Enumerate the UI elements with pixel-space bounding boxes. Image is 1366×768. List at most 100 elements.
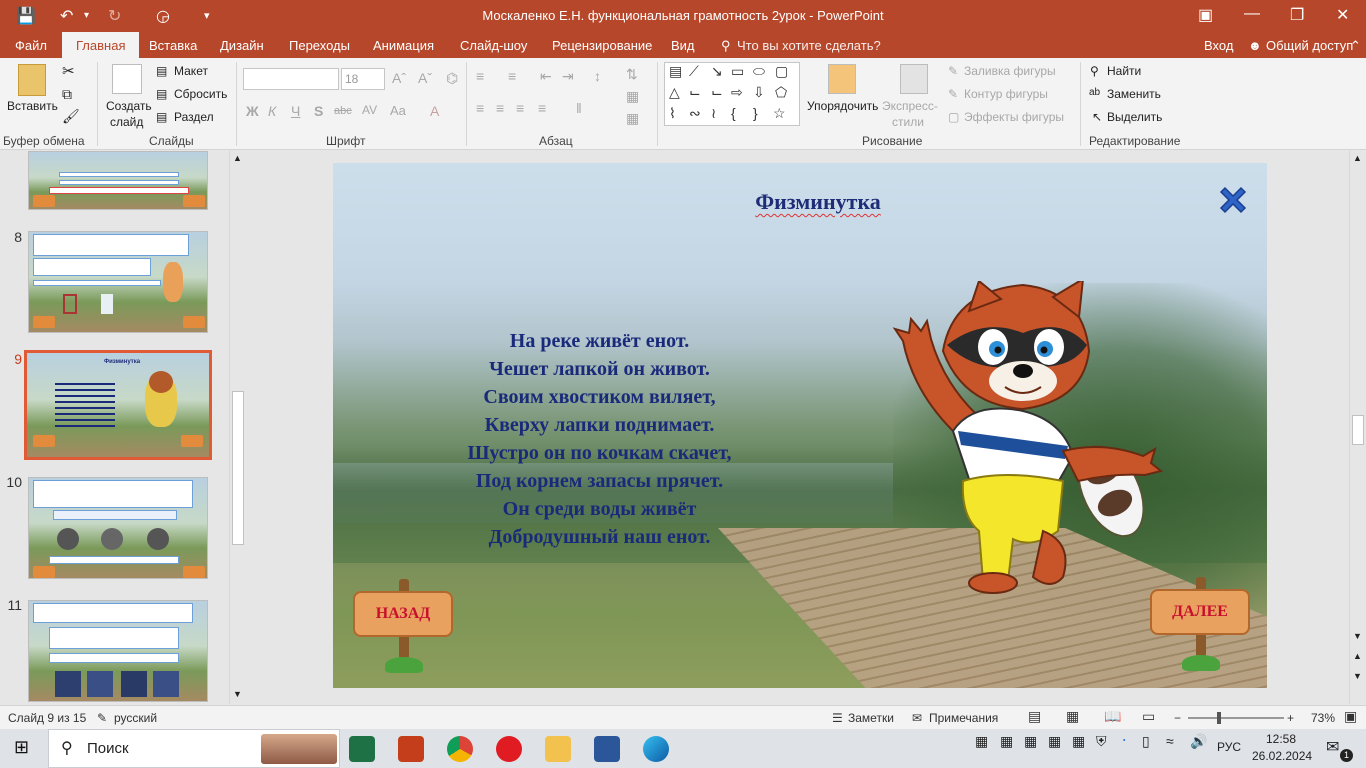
word-app-icon[interactable]	[594, 736, 620, 762]
slide-scrollbar[interactable]: ▲ ▼ ▲ ▼	[1349, 151, 1366, 704]
rounded-rect-shape-icon[interactable]: ▢	[775, 63, 788, 80]
taskbar-search-box[interactable]: ⚲ Поиск	[48, 729, 340, 768]
close-icon[interactable]: ✕	[1336, 5, 1349, 25]
tab-home[interactable]: Главная	[62, 32, 140, 58]
thumbnail-slide-7[interactable]	[28, 151, 208, 210]
tray-app-icon[interactable]: ▦	[1024, 733, 1037, 750]
tab-animation[interactable]: Анимация	[373, 38, 434, 53]
close-x-icon[interactable]	[1216, 183, 1250, 217]
brace-left-shape-icon[interactable]: {	[731, 105, 736, 121]
scroll-down-icon[interactable]: ▼	[233, 689, 242, 699]
tab-file[interactable]: Файл	[15, 38, 47, 53]
section-button[interactable]: Раздел	[174, 110, 214, 124]
scroll-up-icon[interactable]: ▲	[1353, 153, 1362, 163]
clock-time[interactable]: 12:58	[1266, 732, 1296, 746]
windows-start-icon[interactable]: ⊞	[14, 737, 29, 758]
scribble-shape-icon[interactable]: ≀	[711, 105, 716, 122]
arrow-line-shape-icon[interactable]: ↘	[711, 63, 723, 80]
tab-review[interactable]: Рецензирование	[552, 38, 652, 53]
nvidia-icon[interactable]: ▦	[1048, 733, 1061, 750]
brace-right-shape-icon[interactable]: }	[753, 105, 758, 121]
connector-icon[interactable]: ⌙	[711, 84, 723, 101]
tab-insert[interactable]: Вставка	[149, 38, 197, 53]
zoom-level[interactable]: 73%	[1311, 711, 1335, 725]
arrange-button[interactable]: Упорядочить	[807, 99, 878, 113]
tray-app-icon[interactable]: ▦	[1072, 733, 1085, 750]
tab-transitions[interactable]: Переходы	[289, 38, 350, 53]
thumbnails-scrollbar[interactable]: ▲ ▼	[229, 151, 245, 704]
comments-button[interactable]: Примечания	[929, 711, 998, 725]
previous-slide-icon[interactable]: ▲	[1353, 651, 1362, 661]
clock-date[interactable]: 26.02.2024	[1252, 749, 1312, 763]
next-slide-icon[interactable]: ▼	[1353, 671, 1362, 681]
thumbnail-slide-11[interactable]	[28, 600, 208, 702]
replace-button[interactable]: Заменить	[1107, 87, 1161, 101]
scroll-thumb[interactable]	[232, 391, 244, 545]
thumbnail-slide-10[interactable]	[28, 477, 208, 579]
restore-icon[interactable]: ❐	[1290, 5, 1304, 25]
elbow-connector-icon[interactable]: ⌙	[689, 84, 701, 101]
tab-slideshow[interactable]: Слайд-шоу	[460, 38, 527, 53]
new-slide-button[interactable]: Создать	[106, 99, 152, 113]
right-arrow-shape-icon[interactable]: ⇨	[731, 84, 743, 101]
tray-app-icon[interactable]: ▦	[975, 733, 988, 750]
signin-link[interactable]: Вход	[1204, 38, 1233, 53]
zoom-in-icon[interactable]: +	[1287, 711, 1294, 725]
tell-me-box[interactable]: Что вы хотите сделать?	[737, 38, 881, 53]
input-language[interactable]: РУС	[1217, 740, 1241, 754]
scroll-thumb[interactable]	[1352, 415, 1364, 445]
bluetooth-icon[interactable]: ᛫	[1120, 733, 1128, 749]
file-explorer-icon[interactable]	[545, 736, 571, 762]
slide-sorter-icon[interactable]: ▦	[1066, 708, 1079, 725]
slide-canvas[interactable]: Физминутка На реке живёт енот. Чешет лап…	[333, 163, 1267, 688]
shapes-gallery[interactable]: ▤ ⟋ ↘ ▭ ⬭ ▢ △ ⌙ ⌙ ⇨ ⇩ ⬠ ⌇ ∾ ≀ { } ☆	[664, 62, 800, 126]
paste-button[interactable]: Вставить	[7, 99, 58, 113]
cut-icon[interactable]: ✂	[62, 62, 75, 80]
opera-app-icon[interactable]	[496, 736, 522, 762]
tab-view[interactable]: Вид	[671, 38, 695, 53]
volume-icon[interactable]: 🔊	[1190, 733, 1207, 750]
back-button[interactable]: НАЗАД	[353, 579, 453, 674]
select-button[interactable]: Выделить	[1107, 110, 1162, 124]
proofing-icon[interactable]: ✎	[97, 711, 107, 725]
font-family-select[interactable]	[243, 68, 339, 90]
triangle-shape-icon[interactable]: △	[669, 84, 680, 101]
share-button[interactable]: Общий доступ	[1266, 38, 1353, 53]
line-shape-icon[interactable]: ⟋	[689, 63, 699, 80]
curve-shape-icon[interactable]: ⌇	[669, 105, 676, 122]
slideshow-view-icon[interactable]: ▭	[1142, 708, 1155, 725]
language-indicator[interactable]: русский	[114, 711, 157, 725]
excel-app-icon[interactable]	[349, 736, 375, 762]
slide-heading[interactable]: Физминутка	[693, 189, 943, 215]
paste-icon[interactable]	[18, 64, 46, 96]
security-icon[interactable]: ⛨	[1096, 733, 1107, 750]
zoom-slider[interactable]	[1188, 717, 1284, 719]
tray-app-icon[interactable]: ▦	[1000, 733, 1013, 750]
battery-icon[interactable]: ▯	[1142, 733, 1150, 750]
notes-button[interactable]: Заметки	[848, 711, 894, 725]
flowchart-shape-icon[interactable]: ⬠	[775, 84, 787, 101]
down-arrow-shape-icon[interactable]: ⇩	[753, 84, 765, 101]
textbox-shape-icon[interactable]: ▤	[669, 63, 682, 80]
thumbnail-slide-9[interactable]: Физминутка	[24, 350, 212, 460]
poem-textbox[interactable]: На реке живёт енот. Чешет лапкой он живо…	[403, 327, 796, 551]
ribbon-display-icon[interactable]: ▣	[1198, 5, 1213, 25]
powerpoint-app-icon[interactable]	[398, 736, 424, 762]
tab-design[interactable]: Дизайн	[220, 38, 264, 53]
rectangle-shape-icon[interactable]: ▭	[731, 63, 744, 80]
layout-button[interactable]: Макет	[174, 64, 208, 78]
collapse-ribbon-icon[interactable]: ⌃	[1350, 38, 1361, 54]
edge-app-icon[interactable]	[643, 736, 669, 762]
scroll-up-icon[interactable]: ▲	[233, 153, 242, 163]
new-slide-icon[interactable]	[112, 64, 142, 94]
format-painter-icon[interactable]: 🖌	[62, 108, 80, 125]
find-button[interactable]: Найти	[1107, 64, 1141, 78]
wifi-icon[interactable]: ≈	[1166, 733, 1174, 749]
zoom-out-icon[interactable]: −	[1174, 711, 1181, 725]
scroll-down-icon[interactable]: ▼	[1353, 631, 1362, 641]
arrange-icon[interactable]	[828, 64, 856, 94]
copy-icon[interactable]: ⧉	[62, 86, 72, 103]
reading-view-icon[interactable]: 📖	[1104, 708, 1121, 725]
chrome-app-icon[interactable]	[447, 736, 473, 762]
thumbnail-slide-8[interactable]	[28, 231, 208, 333]
